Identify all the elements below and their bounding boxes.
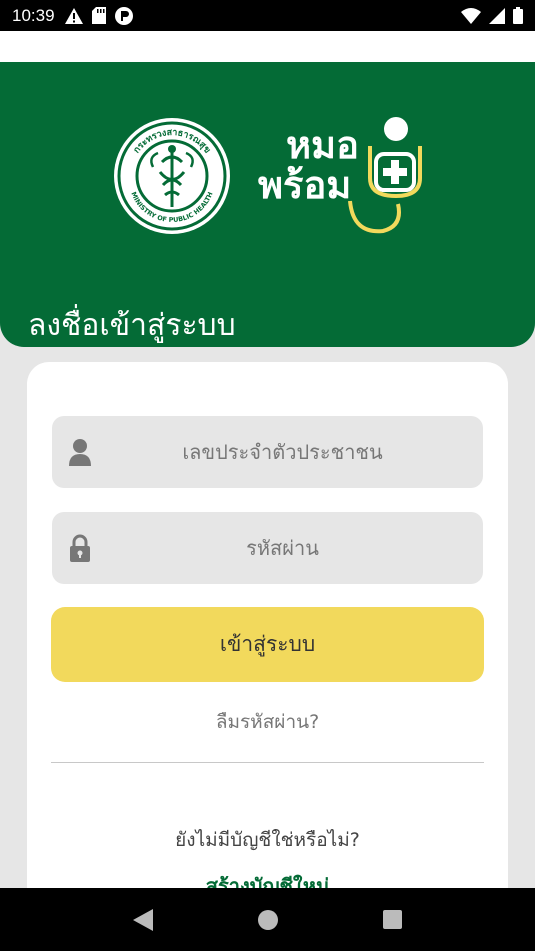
mor-prom-logo: หมอ พร้อม (258, 117, 422, 234)
forgot-password-link[interactable]: ลืมรหัสผ่าน? (27, 707, 508, 737)
svg-text:พร้อม: พร้อม (258, 163, 351, 207)
back-icon (132, 908, 153, 931)
wifi-icon (461, 7, 481, 24)
status-time: 10:39 (12, 5, 55, 25)
page-title: ลงชื่อเข้าสู่ระบบ (28, 308, 236, 343)
lock-icon (70, 534, 90, 562)
login-button[interactable]: เข้าสู่ระบบ (51, 607, 484, 682)
battery-icon (513, 7, 523, 24)
ministry-seal-logo: กระทรวงสาธารณสุข MINISTRY OF PUBLIC HEAL… (114, 118, 230, 234)
person-icon (69, 439, 91, 466)
password-field-container (52, 512, 483, 584)
back-button[interactable] (132, 908, 153, 931)
header-banner: กระทรวงสาธารณสุข MINISTRY OF PUBLIC HEAL… (0, 62, 535, 347)
login-card: เข้าสู่ระบบ ลืมรหัสผ่าน? ยังไม่มีบัญชีใช… (27, 362, 508, 922)
no-account-text: ยังไม่มีบัญชีใช่หรือไม่? (175, 829, 360, 851)
signal-icon (489, 7, 505, 24)
password-input[interactable] (52, 512, 483, 584)
navigation-bar (0, 888, 535, 951)
app-notification-icon (114, 6, 133, 25)
recents-icon (383, 910, 403, 929)
home-button[interactable] (257, 909, 278, 930)
warning-icon (64, 7, 83, 24)
citizen-id-input[interactable] (52, 416, 483, 488)
status-bar: 10:39 (0, 0, 535, 31)
sd-card-icon (91, 7, 106, 24)
citizen-id-field-container (52, 416, 483, 488)
recents-button[interactable] (383, 910, 403, 929)
toolbar-strip (0, 31, 535, 62)
home-icon (257, 909, 278, 930)
divider (51, 762, 484, 763)
svg-text:หมอ: หมอ (286, 123, 359, 167)
